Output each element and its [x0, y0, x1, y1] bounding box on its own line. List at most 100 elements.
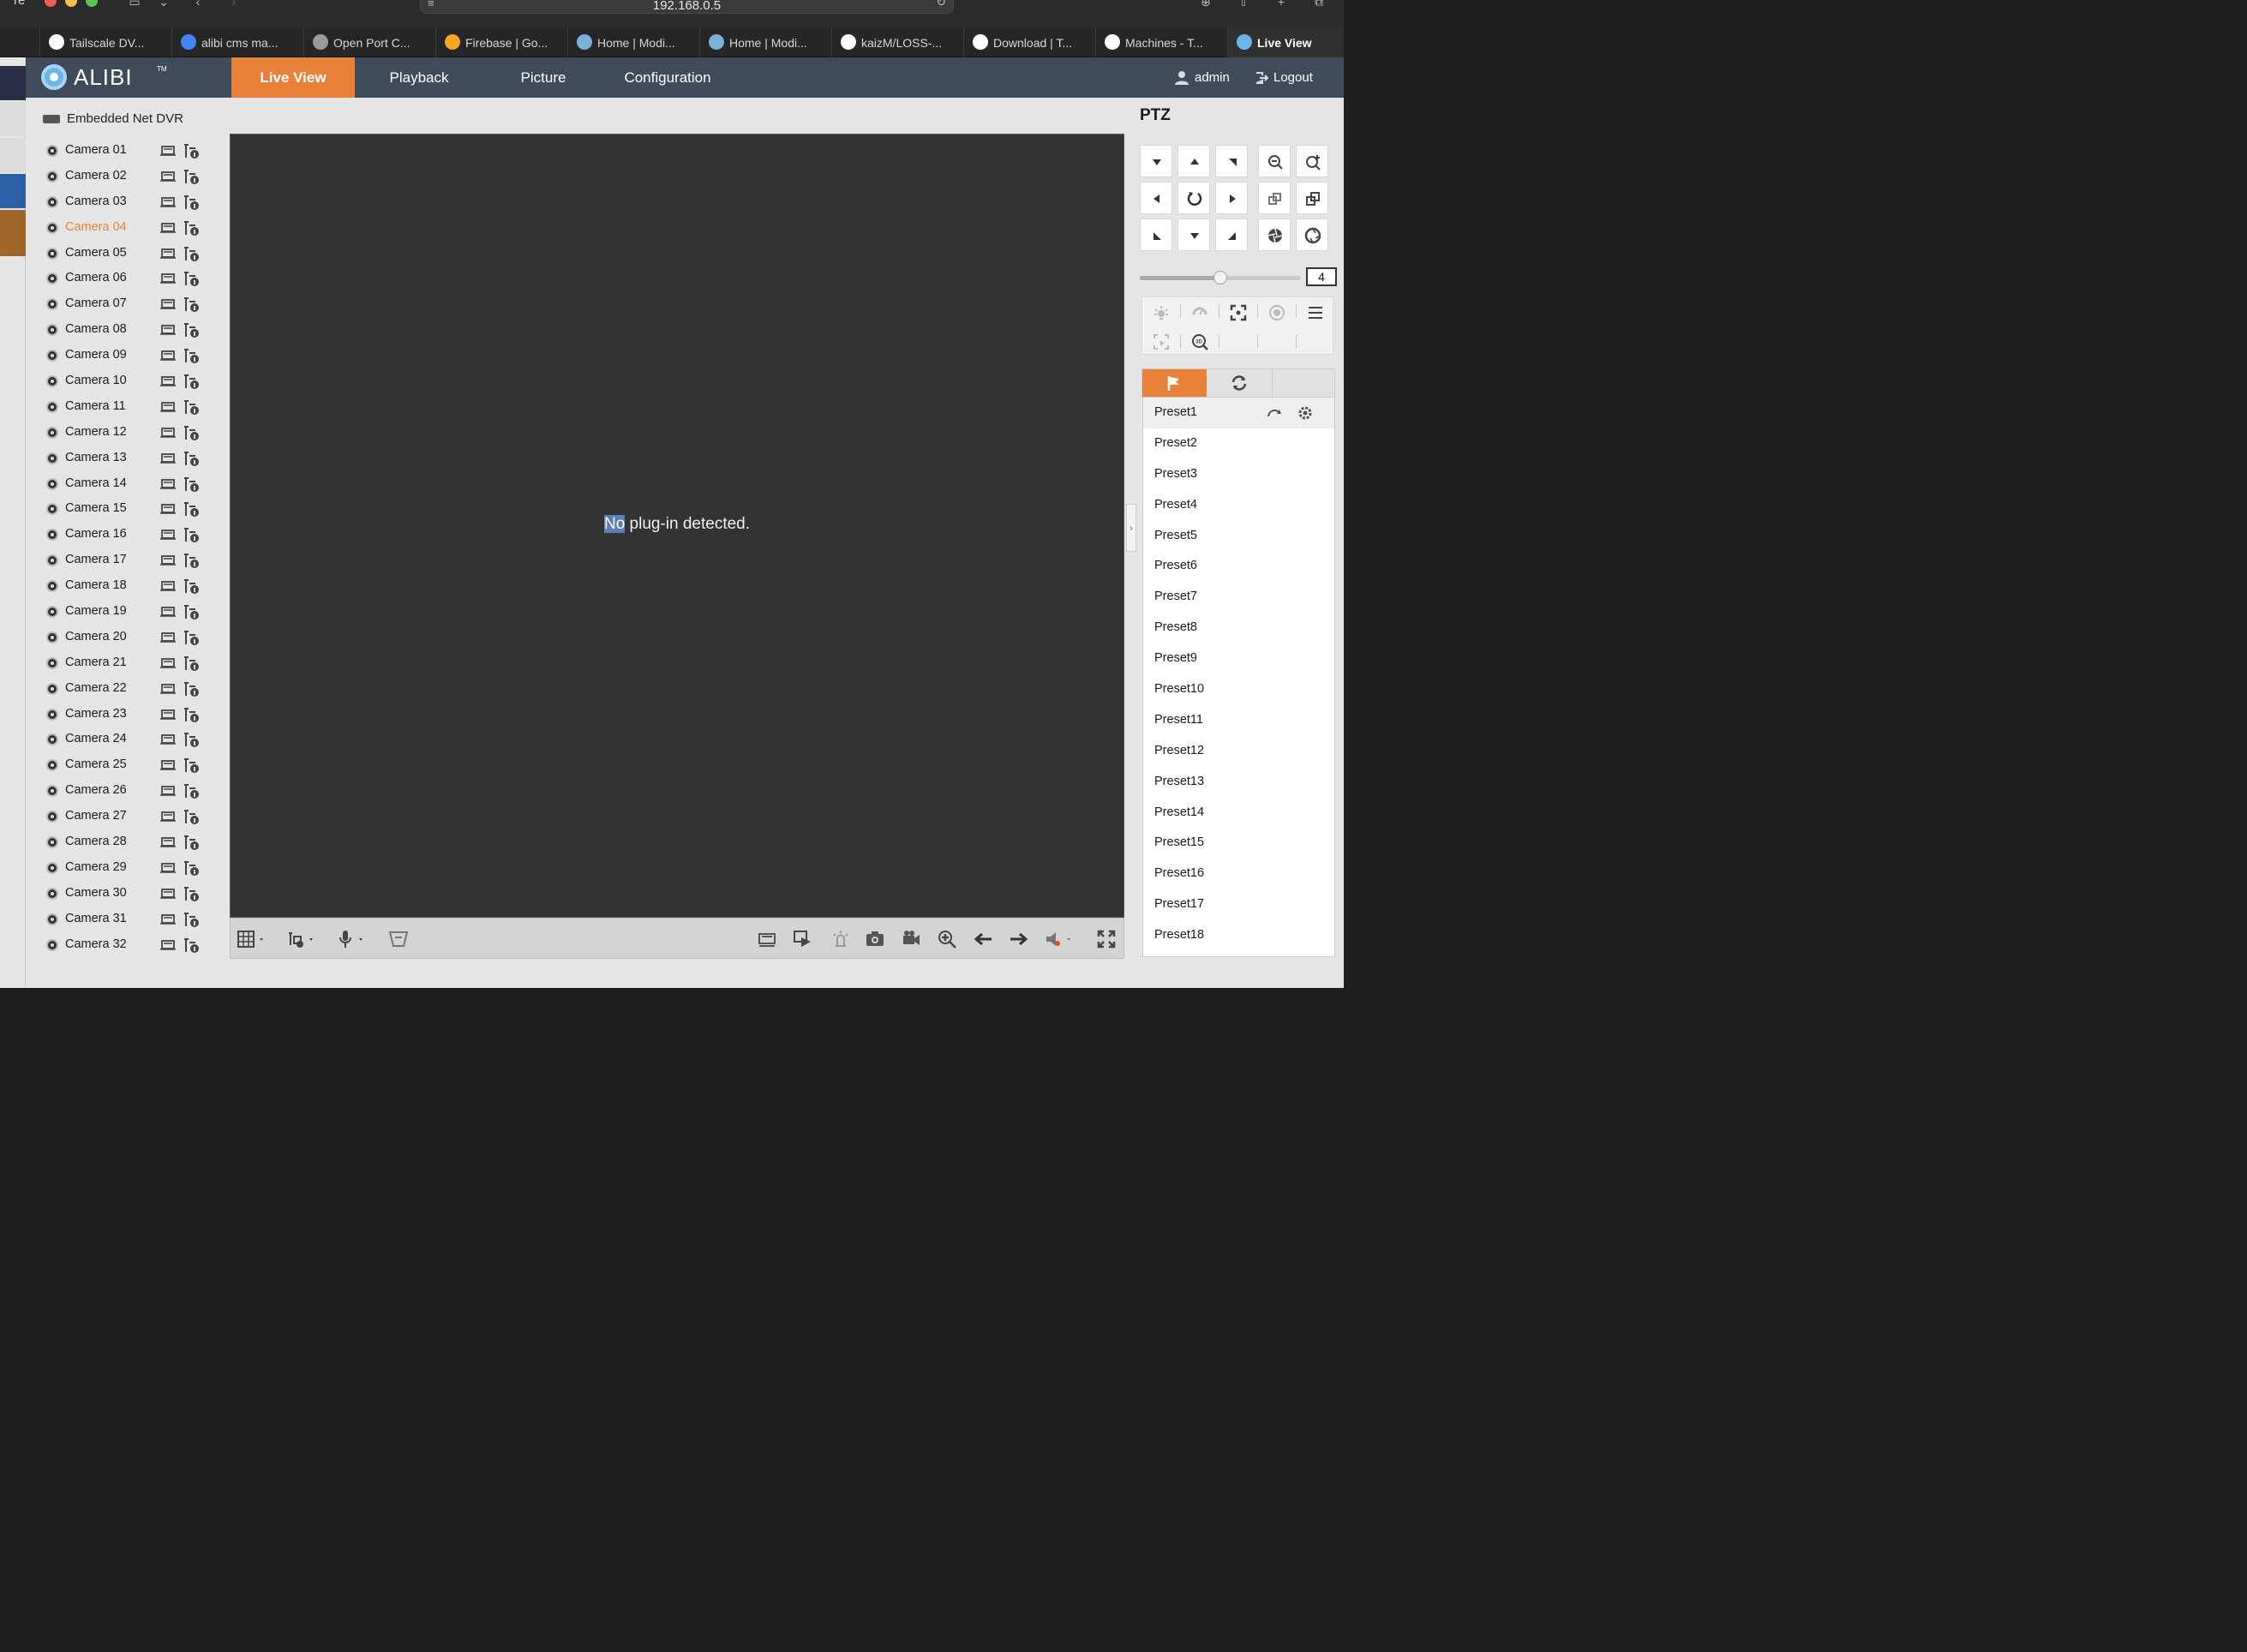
call-preset-icon[interactable] — [1267, 406, 1282, 420]
ptz-up-button[interactable] — [1177, 145, 1210, 177]
camera-row[interactable]: Camera 31 — [45, 907, 233, 932]
stream-info-icon[interactable] — [183, 859, 200, 877]
start-live-icon[interactable] — [160, 837, 176, 847]
stream-info-icon[interactable] — [183, 834, 200, 851]
ptz-auto-scan-button[interactable] — [1177, 182, 1210, 214]
stream-info-icon[interactable] — [183, 476, 200, 493]
preset-item[interactable]: Preset7 — [1143, 582, 1334, 613]
start-live-icon[interactable] — [160, 607, 176, 617]
stream-info-icon[interactable] — [183, 168, 200, 185]
camera-row[interactable]: Camera 23 — [45, 702, 233, 727]
camera-row[interactable]: Camera 14 — [45, 471, 233, 497]
camera-row[interactable]: Camera 22 — [45, 676, 233, 702]
start-live-icon[interactable] — [160, 939, 176, 950]
browser-tab[interactable]: Firebase | Go... — [435, 27, 567, 57]
preset-item[interactable]: Preset15 — [1143, 828, 1334, 859]
camera-row[interactable]: Camera 07 — [45, 291, 233, 317]
camera-row[interactable]: Camera 10 — [45, 368, 233, 394]
camera-row[interactable]: Camera 03 — [45, 189, 233, 215]
stream-info-icon[interactable] — [183, 194, 200, 211]
start-live-icon[interactable] — [160, 683, 176, 694]
stream-info-icon[interactable] — [183, 347, 200, 364]
stream-info-icon[interactable] — [183, 731, 200, 748]
stream-info-icon[interactable] — [183, 808, 200, 825]
preset-item[interactable]: Preset11 — [1143, 705, 1334, 736]
stream-info-icon[interactable] — [183, 885, 200, 902]
preset-item[interactable]: Preset12 — [1143, 736, 1334, 767]
slider-thumb[interactable] — [1213, 271, 1227, 284]
camera-row[interactable]: Camera 26 — [45, 778, 233, 804]
download-icon[interactable]: ⊕ — [1196, 0, 1215, 9]
stream-info-icon[interactable] — [183, 219, 200, 236]
manual-tracking-button[interactable] — [1142, 328, 1180, 354]
video-viewer[interactable]: No plug-in detected. — [230, 134, 1124, 918]
preset-item[interactable]: Preset6 — [1143, 551, 1334, 582]
stream-info-icon[interactable] — [183, 757, 200, 774]
window-close-button[interactable] — [45, 0, 57, 7]
browser-tab[interactable]: Live View — [1227, 27, 1344, 57]
record-icon[interactable] — [901, 929, 921, 949]
start-live-icon[interactable] — [160, 478, 176, 489]
start-live-icon[interactable] — [160, 196, 176, 207]
nav-live-view[interactable]: Live View — [231, 57, 355, 98]
start-live-icon[interactable] — [160, 427, 176, 438]
camera-row[interactable]: Camera 29 — [45, 855, 233, 881]
ptz-collapse-handle[interactable]: › — [1126, 504, 1136, 552]
camera-row[interactable]: Camera 09 — [45, 343, 233, 368]
fullscreen-icon[interactable] — [1096, 929, 1117, 949]
ptz-speed-value[interactable]: 4 — [1306, 267, 1337, 286]
tab-presets[interactable] — [1142, 369, 1207, 397]
start-live-icon[interactable] — [160, 325, 176, 336]
start-live-icon[interactable] — [160, 452, 176, 464]
lens-init-button[interactable] — [1258, 299, 1296, 325]
browser-tab[interactable]: Machines - T... — [1095, 27, 1227, 57]
start-live-icon[interactable] — [160, 402, 176, 412]
stream-info-icon[interactable] — [183, 911, 200, 928]
light-button[interactable] — [1142, 299, 1180, 325]
one-touch-focus-button[interactable] — [1219, 299, 1257, 325]
stream-info-icon[interactable] — [183, 373, 200, 390]
browser-tab[interactable]: Download | T... — [963, 27, 1095, 57]
preset-item[interactable]: Preset14 — [1143, 798, 1334, 829]
camera-row[interactable]: Camera 30 — [45, 881, 233, 907]
ptz-up-left-button[interactable] — [1140, 145, 1172, 177]
stop-all-live-icon[interactable] — [793, 929, 813, 949]
camera-row[interactable]: Camera 27 — [45, 804, 233, 829]
ptz-right-button[interactable] — [1215, 182, 1248, 214]
start-live-icon[interactable] — [160, 632, 176, 643]
previous-page-icon[interactable] — [973, 929, 993, 949]
stream-info-icon[interactable] — [183, 398, 200, 416]
camera-row[interactable]: Camera 18 — [45, 573, 233, 599]
start-live-icon[interactable] — [160, 657, 176, 668]
start-live-icon[interactable] — [160, 248, 176, 259]
gear-icon[interactable] — [1297, 405, 1313, 421]
camera-row[interactable]: Camera 28 — [45, 829, 233, 855]
device-node[interactable]: Embedded Net DVR — [43, 110, 183, 129]
camera-row[interactable]: Camera 08 — [45, 317, 233, 343]
start-live-icon[interactable] — [160, 530, 176, 541]
stream-info-icon[interactable] — [183, 526, 200, 543]
tab-patrol[interactable] — [1207, 369, 1272, 397]
share-icon[interactable]: ⇧ — [1234, 0, 1253, 9]
zoom-in-button[interactable] — [1296, 145, 1328, 177]
camera-row[interactable]: Camera 11 — [45, 394, 233, 420]
stream-info-icon[interactable] — [183, 603, 200, 620]
digital-zoom-icon[interactable] — [937, 929, 957, 949]
new-tab-icon[interactable]: + — [1272, 0, 1291, 9]
preset-item[interactable]: Preset18 — [1143, 920, 1334, 951]
preset-item[interactable]: Preset17 — [1143, 889, 1334, 920]
browser-tab[interactable]: Open Port C... — [303, 27, 435, 57]
start-live-icon[interactable] — [160, 760, 176, 771]
camera-row[interactable]: Camera 32 — [45, 932, 233, 958]
stream-info-icon[interactable] — [183, 424, 200, 441]
stream-info-icon[interactable] — [183, 296, 200, 313]
browser-tab[interactable]: Home | Modi... — [699, 27, 831, 57]
camera-row[interactable]: Camera 17 — [45, 548, 233, 573]
preset-item[interactable]: Preset5 — [1143, 521, 1334, 552]
camera-row[interactable]: Camera 20 — [45, 625, 233, 650]
stream-info-icon[interactable] — [183, 578, 200, 595]
start-live-icon[interactable] — [160, 709, 176, 720]
window-layout-icon[interactable] — [237, 929, 267, 949]
stream-info-icon[interactable] — [183, 270, 200, 287]
zoom-out-button[interactable] — [1258, 145, 1291, 177]
